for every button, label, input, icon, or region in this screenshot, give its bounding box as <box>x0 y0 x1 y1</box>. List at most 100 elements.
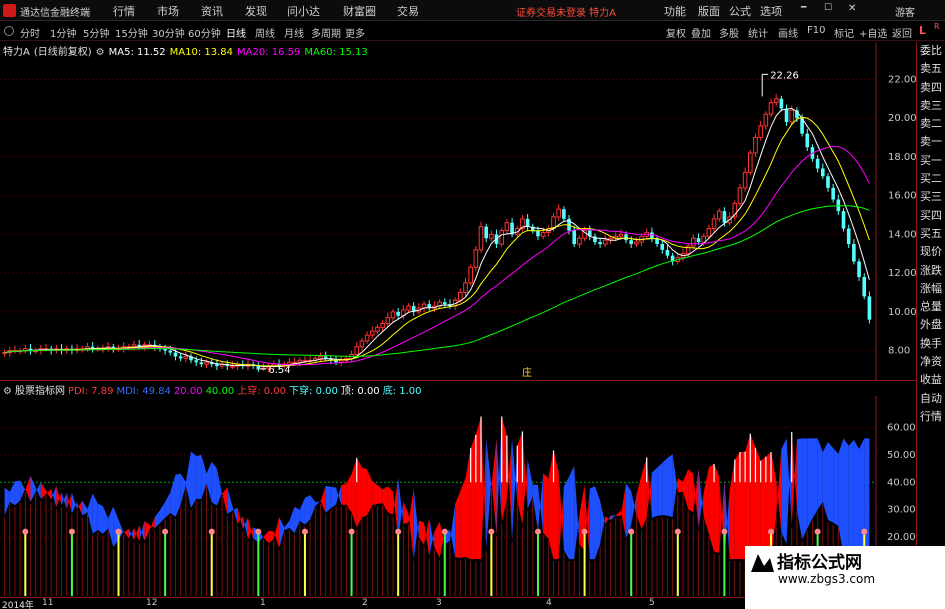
mark-button[interactable]: 标记 <box>834 25 854 40</box>
tab-5min[interactable]: 5分钟 <box>83 25 109 40</box>
side-sell4[interactable]: 卖四 <box>917 79 945 97</box>
settings-icon[interactable] <box>4 26 14 36</box>
main-axis-tick: 14.00 <box>888 229 916 240</box>
menu-gongneng[interactable]: 功能 <box>664 3 686 19</box>
ma10-label: MA10: 13.84 <box>169 47 234 58</box>
candle-up <box>297 359 303 363</box>
side-buy5[interactable]: 买五 <box>917 225 945 243</box>
menu-caifuquan[interactable]: 财富圈 <box>343 3 376 19</box>
mdi-area <box>672 454 678 518</box>
tab-15min[interactable]: 15分钟 <box>115 25 148 40</box>
side-sell1[interactable]: 卖一 <box>917 133 945 151</box>
mdi-area <box>574 465 580 560</box>
overlay-button[interactable]: 叠加 <box>691 25 711 40</box>
side-change[interactable]: 涨跌 <box>917 262 945 280</box>
fuquan-button[interactable]: 复权 <box>666 25 686 40</box>
pdi-area <box>273 517 280 548</box>
side-buy2[interactable]: 买二 <box>917 170 945 188</box>
pdi-area <box>729 459 735 560</box>
mdi-area <box>662 458 668 516</box>
minimize-button[interactable]: ━ <box>801 3 806 13</box>
side-netasset[interactable]: 净资 <box>917 353 945 371</box>
trade-notice[interactable]: 证券交易未登录 特力A <box>516 4 616 19</box>
side-quote[interactable]: 行情 <box>917 408 945 426</box>
side-price[interactable]: 现价 <box>917 243 945 261</box>
signal-dot <box>22 528 29 535</box>
menu-gongshi[interactable]: 公式 <box>729 3 751 19</box>
f10-button[interactable]: F10 <box>807 25 825 36</box>
tab-weekly[interactable]: 周线 <box>255 25 275 40</box>
mdi-area <box>651 467 658 518</box>
pdi-area <box>708 463 715 552</box>
menu-hangqing[interactable]: 行情 <box>113 3 135 19</box>
side-buy1[interactable]: 买一 <box>917 152 945 170</box>
menu-wenxiaoda[interactable]: 问小达 <box>287 3 320 19</box>
side-buy3[interactable]: 买三 <box>917 188 945 206</box>
x-label-year: 2014年 <box>2 601 34 609</box>
side-buy4[interactable]: 买四 <box>917 207 945 225</box>
menu-shichang[interactable]: 市场 <box>157 3 179 19</box>
tab-multi-period[interactable]: 多周期 <box>311 25 341 40</box>
pdi-area <box>615 510 621 516</box>
pdi-area <box>475 416 482 560</box>
mdi-area <box>170 474 176 517</box>
menu-faxian[interactable]: 发现 <box>245 3 267 19</box>
menu-zixun[interactable]: 资讯 <box>201 3 223 19</box>
pdi-area <box>646 457 652 518</box>
draw-button[interactable]: 画线 <box>778 25 798 40</box>
side-eps[interactable]: 收益 <box>917 371 945 389</box>
tab-1min[interactable]: 1分钟 <box>50 25 76 40</box>
side-weibi[interactable]: 委比 <box>917 42 945 60</box>
maximize-button[interactable]: ☐ <box>824 3 832 13</box>
tab-more[interactable]: 更多 <box>345 25 365 40</box>
tab-daily[interactable]: 日线 <box>226 25 246 40</box>
tab-monthly[interactable]: 月线 <box>284 25 304 40</box>
candle-down <box>442 302 447 305</box>
side-turnover[interactable]: 换手 <box>917 335 945 353</box>
close-icon[interactable]: ✕ <box>848 3 856 14</box>
candle-up <box>131 344 137 348</box>
guest-label[interactable]: 游客 <box>895 4 915 19</box>
legend-gear-icon[interactable]: ⚙ <box>96 47 105 58</box>
tab-fenshi[interactable]: 分时 <box>20 25 40 40</box>
mdi-area <box>284 520 290 531</box>
candle-down <box>841 211 846 229</box>
main-axis-tick: 8.00 <box>888 346 910 357</box>
mdi-area <box>206 461 212 503</box>
side-change-pct[interactable]: 涨幅 <box>917 280 945 298</box>
pdi-area <box>465 448 471 560</box>
side-sell3[interactable]: 卖三 <box>917 97 945 115</box>
tab-30min[interactable]: 30分钟 <box>152 25 185 40</box>
side-sell5[interactable]: 卖五 <box>917 60 945 78</box>
side-outer[interactable]: 外盘 <box>917 316 945 334</box>
candle-up <box>618 233 624 237</box>
menu-xuanxiang[interactable]: 选项 <box>760 3 782 19</box>
menu-jiaoyi[interactable]: 交易 <box>397 3 419 19</box>
signal-dot <box>348 528 355 535</box>
menu-banmian[interactable]: 版面 <box>698 3 720 19</box>
low-label: 6.54 <box>268 365 290 376</box>
side-sell2[interactable]: 卖二 <box>917 115 945 133</box>
side-toggle-right[interactable]: R <box>934 22 940 31</box>
candle-down <box>722 211 727 223</box>
side-toggle[interactable]: L R <box>916 22 945 42</box>
stats-button[interactable]: 统计 <box>748 25 768 40</box>
mdi-area <box>853 439 860 560</box>
side-toggle-left[interactable]: L <box>919 24 926 37</box>
mdi-area <box>512 438 518 541</box>
add-watchlist-button[interactable]: +自选 <box>859 25 887 40</box>
sub-axis-tick: 50.00 <box>887 450 916 461</box>
mdi-area <box>563 476 570 560</box>
kline-chart[interactable]: 22.0020.0018.0016.0014.0012.0010.008.00 … <box>0 42 916 380</box>
signal-dot <box>441 528 448 535</box>
back-button[interactable]: 返回 <box>892 25 912 40</box>
signal-tag: 庄 <box>522 366 532 379</box>
mdi-area <box>786 431 792 544</box>
multi-stock-button[interactable]: 多股 <box>719 25 739 40</box>
signal-dot <box>255 528 262 535</box>
tab-60min[interactable]: 60分钟 <box>188 25 221 40</box>
pdi-area <box>501 416 507 523</box>
side-volume[interactable]: 总量 <box>917 298 945 316</box>
side-auto[interactable]: 自动 <box>917 390 945 408</box>
pdi-area <box>620 483 627 539</box>
